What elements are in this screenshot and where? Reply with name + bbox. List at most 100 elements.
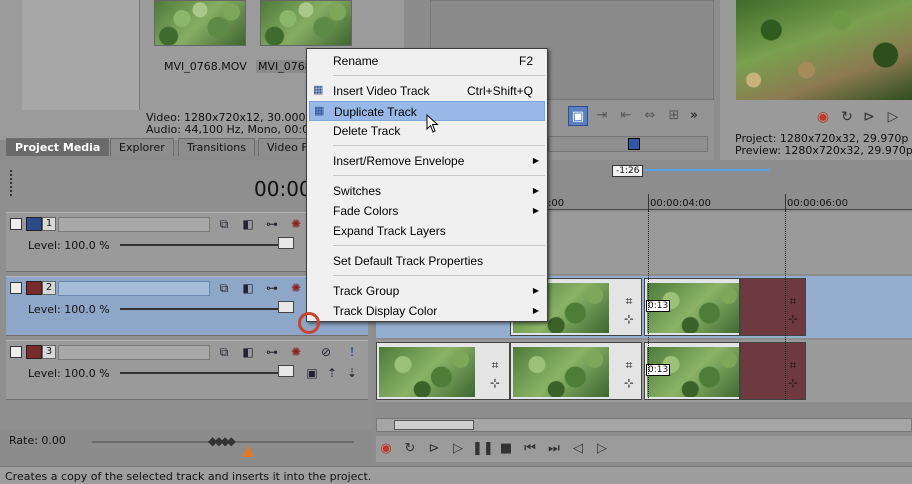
track-level-label: Level: 100.0 % [28,303,110,316]
marker-icon[interactable] [628,138,640,150]
menu-item-shortcut: F2 [518,54,533,68]
expand-clip-icon[interactable]: ⊹ [622,376,636,390]
crop-icon[interactable]: ⌗ [786,294,800,308]
menu-item-track-group[interactable]: Track Group ▶ [309,281,545,301]
menu-item-set-default-track-properties[interactable]: Set Default Track Properties [309,251,545,271]
fx-icon[interactable]: ✺ [288,280,304,296]
play-from-start-icon[interactable]: ⊳ [860,108,878,126]
play-from-start-icon[interactable]: ⊳ [424,440,444,458]
play-icon[interactable]: ▷ [884,108,902,126]
upload-icon[interactable]: ⇡ [324,365,340,381]
track-name-field[interactable] [58,281,210,296]
track-name-field[interactable] [58,217,210,232]
click-highlight-ring [298,312,320,334]
menu-item-insert-remove-envelope[interactable]: Insert/Remove Envelope ▶ [309,151,545,171]
media-thumbnail-selected[interactable] [260,0,352,46]
expand-clip-icon[interactable]: ⊹ [488,376,502,390]
rate-label: Rate: 0.00 [9,434,66,447]
track-name-field[interactable] [58,345,210,360]
track-motion-icon[interactable]: ▣ [304,365,320,381]
record-icon[interactable]: ◉ [376,440,396,458]
ruler-label: 00:00:04:00 [650,198,712,209]
loop-icon[interactable]: ↻ [400,440,420,458]
play-icon[interactable]: ▷ [448,440,468,458]
record-icon[interactable]: ◉ [814,108,832,126]
prev-frame-icon[interactable]: ◁ [568,440,588,458]
timeline-marker-line [648,210,649,400]
go-to-start-icon[interactable]: ⏮ [520,440,540,458]
menu-separator [333,75,545,76]
rate-slider-handle[interactable] [242,446,254,457]
compositing-icon[interactable]: ◧ [240,216,256,232]
crossfade-label: 0:13 [646,364,671,376]
track-lane-3[interactable]: ⌗ ⊹ ⌗ ⊹ 0:13 ⌗ ⊹ [376,340,912,402]
tab-explorer[interactable]: Explorer [110,138,174,156]
crop-icon[interactable]: ⌗ [488,358,502,372]
motion-icon[interactable]: ⊶ [264,344,280,360]
loop-icon[interactable]: ↻ [838,108,856,126]
mute-icon[interactable]: ⊘ [318,344,334,360]
solo-icon[interactable]: ! [344,344,360,360]
media-thumbnail[interactable] [154,0,246,46]
stop-icon[interactable]: ■ [496,440,516,458]
track-context-menu: Rename F2 ▦ Insert Video Track Ctrl+Shif… [306,48,548,322]
menu-item-label: Set Default Track Properties [333,254,484,268]
layers-icon[interactable]: ⧉ [216,280,232,296]
motion-icon[interactable]: ⊶ [264,280,280,296]
media-tree-area[interactable] [22,0,140,110]
ruler-tick [785,194,786,210]
fx-icon[interactable]: ✺ [288,344,304,360]
expand-clip-icon[interactable]: ⊹ [786,312,800,326]
video-track-icon [26,217,42,231]
loop-region-bar[interactable] [644,169,770,171]
menu-item-switches[interactable]: Switches ▶ [309,181,545,201]
expand-clip-icon[interactable]: ⊹ [786,376,800,390]
level-slider-knob[interactable] [278,301,294,313]
crop-icon[interactable]: ⌗ [622,358,636,372]
grip-handle[interactable] [10,170,14,196]
menu-item-rename[interactable]: Rename F2 [309,51,545,71]
menu-item-expand-track-layers[interactable]: Expand Track Layers [309,221,545,241]
track-header-3[interactable]: 3 ⧉ ◧ ⊶ ✺ ⊘ ! Level: 100.0 % ▣ ⇡ ⇣ [6,340,368,400]
scrollbar-thumb[interactable] [394,420,474,430]
download-icon[interactable]: ⇣ [344,365,360,381]
layers-icon[interactable]: ⧉ [216,216,232,232]
menu-item-label: Track Display Color [333,304,438,318]
ruler-tick [648,194,649,210]
expand-clip-icon[interactable]: ⊹ [622,312,636,326]
fx-icon[interactable]: ✺ [288,216,304,232]
arrow-right-icon[interactable]: ⇥ [592,106,612,126]
track-number: 1 [42,217,56,231]
trim-icon[interactable]: ⊞ [664,106,684,126]
track-number: 2 [42,281,56,295]
overlay-icon[interactable]: ▣ [568,106,588,126]
split-icon[interactable]: ⇔ [640,106,660,126]
level-slider-knob[interactable] [278,237,294,249]
expand-icon[interactable] [10,282,22,294]
preview-preview-info: Preview: 1280x720x32, 29.970p [735,144,912,157]
more-icon[interactable]: » [684,106,704,126]
motion-icon[interactable]: ⊶ [264,216,280,232]
level-slider-knob[interactable] [278,365,294,377]
expand-icon[interactable] [10,346,22,358]
pause-icon[interactable]: ❚❚ [472,440,494,458]
menu-item-insert-video-track[interactable]: ▦ Insert Video Track Ctrl+Shift+Q [309,81,545,101]
window-tabs: Project Media Explorer Transitions Video… [6,138,325,156]
layers-icon[interactable]: ⧉ [216,344,232,360]
crossfade-label: 0:13 [646,300,671,312]
crop-icon[interactable]: ⌗ [622,294,636,308]
menu-item-fade-colors[interactable]: Fade Colors ▶ [309,201,545,221]
compositing-icon[interactable]: ◧ [240,344,256,360]
media-label: MVI_0768.MOV [164,60,247,73]
compositing-icon[interactable]: ◧ [240,280,256,296]
next-frame-icon[interactable]: ▷ [592,440,612,458]
video-preview-image [736,0,912,100]
go-to-end-icon[interactable]: ⏭ [544,440,564,458]
crop-icon[interactable]: ⌗ [786,358,800,372]
expand-icon[interactable] [10,218,22,230]
tab-transitions[interactable]: Transitions [178,138,255,156]
tab-project-media[interactable]: Project Media [6,138,110,156]
menu-item-track-display-color[interactable]: Track Display Color ▶ [309,301,545,321]
menu-item-label: Track Group [333,284,400,298]
arrow-left-icon[interactable]: ⇤ [616,106,636,126]
